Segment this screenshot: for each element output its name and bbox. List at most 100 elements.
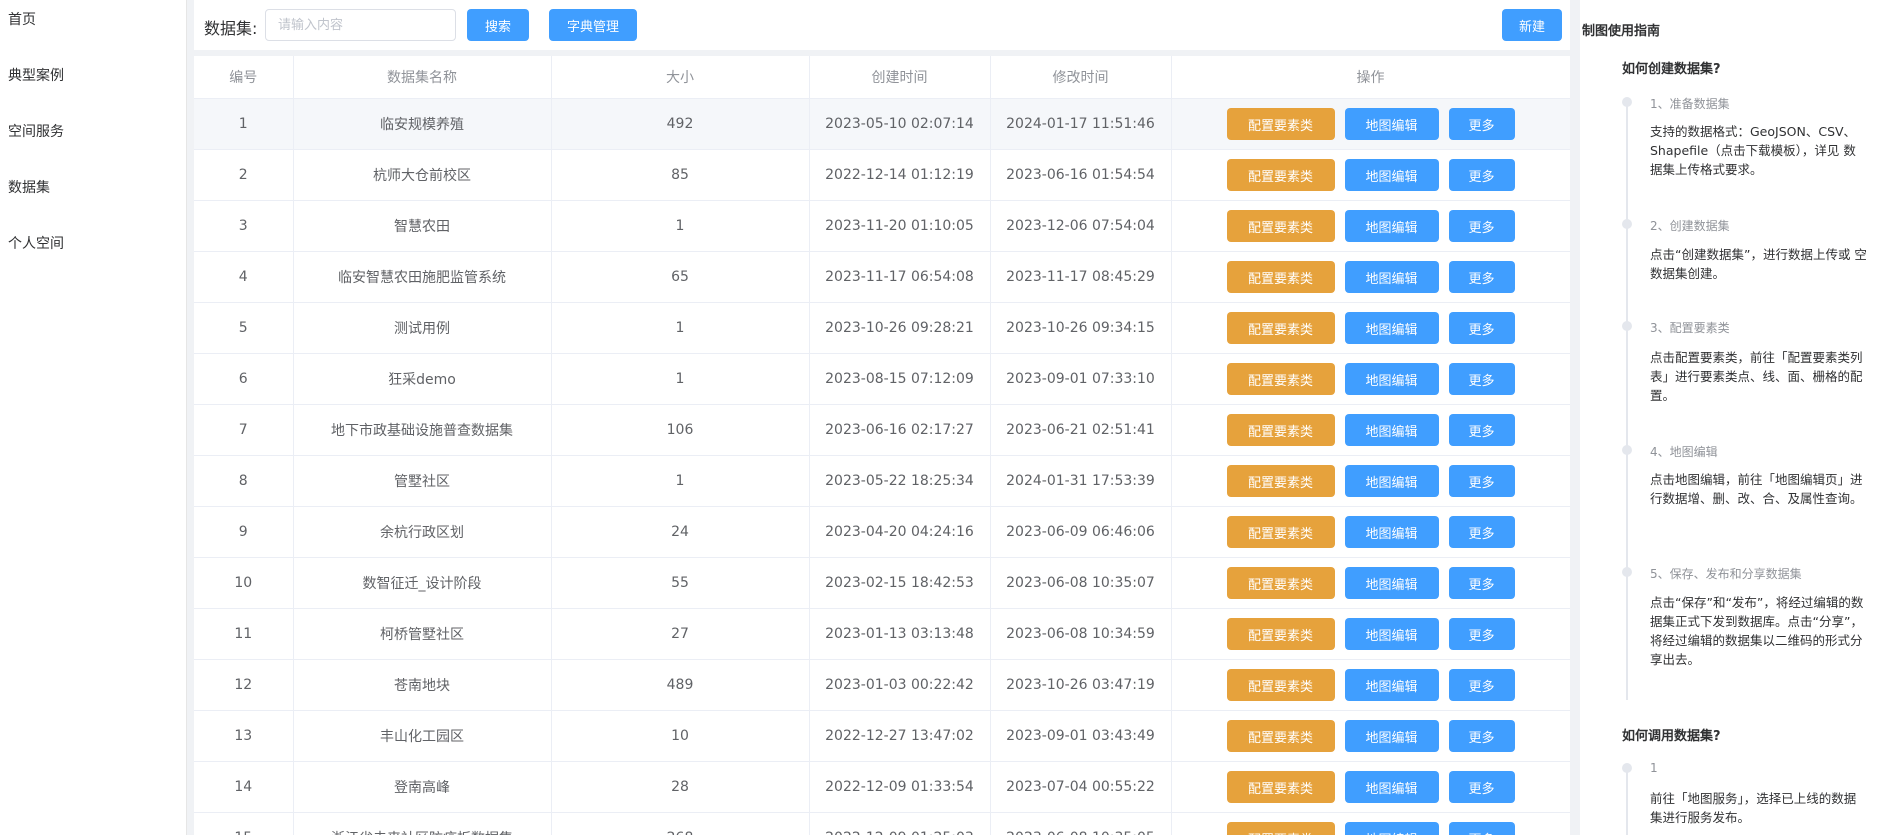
more-button[interactable]: 更多 [1448,312,1515,344]
cell-size: 1 [551,200,810,252]
timeline-line [1626,768,1628,835]
cell-name: 苍南地块 [293,659,552,711]
step-dot [1622,97,1632,107]
map-edit-button[interactable]: 地图编辑 [1344,261,1439,293]
sidebar-item-cases[interactable]: 典型案例 [0,56,186,112]
cell-modified: 2023-06-08 10:35:05 [990,812,1172,835]
config-feature-button[interactable]: 配置要素类 [1226,210,1335,242]
more-button[interactable]: 更多 [1448,414,1515,446]
more-button[interactable]: 更多 [1448,108,1515,140]
config-feature-button[interactable]: 配置要素类 [1226,465,1335,497]
map-edit-button[interactable]: 地图编辑 [1344,822,1439,835]
cell-size: 24 [551,506,810,558]
table-row: 13 丰山化工园区 10 2022-12-27 13:47:02 2023-09-01 … [194,710,1570,762]
step-dot [1622,321,1632,331]
more-button[interactable]: 更多 [1448,159,1515,191]
map-edit-button[interactable]: 地图编辑 [1344,210,1439,242]
cell-index: 1 [194,98,294,150]
sidebar-item-home[interactable]: 首页 [0,0,186,56]
map-edit-button[interactable]: 地图编辑 [1344,771,1439,803]
table-row: 12 苍南地块 489 2023-01-03 00:22:42 2023-10-26 0… [194,659,1570,711]
cell-created: 2022-12-09 01:25:03 [809,812,991,835]
map-edit-button[interactable]: 地图编辑 [1344,618,1439,650]
cell-size: 65 [551,251,810,303]
more-button[interactable]: 更多 [1448,210,1515,242]
more-button[interactable]: 更多 [1448,516,1515,548]
cell-created: 2023-05-22 18:25:34 [809,455,991,507]
cell-created: 2023-01-13 03:13:48 [809,608,991,660]
cell-name: 浙江省未来社区防疫板数据集 [293,812,552,835]
step-desc: 点击“创建数据集”，进行数据上传或 空数据集创建。 [1650,247,1867,281]
more-button[interactable]: 更多 [1448,363,1515,395]
cell-actions: 配置要素类地图编辑更多 [1171,353,1570,405]
map-edit-button[interactable]: 地图编辑 [1344,720,1439,752]
more-button[interactable]: 更多 [1448,771,1515,803]
config-feature-button[interactable]: 配置要素类 [1226,822,1335,835]
cell-modified: 2023-10-26 09:34:15 [990,302,1172,354]
map-edit-button[interactable]: 地图编辑 [1344,312,1439,344]
map-edit-button[interactable]: 地图编辑 [1344,159,1439,191]
cell-actions: 配置要素类地图编辑更多 [1171,200,1570,252]
step-title: 2、创建数据集 [1650,219,1730,233]
map-edit-button[interactable]: 地图编辑 [1344,108,1439,140]
step-desc: 点击地图编辑，前往「地图编辑页」进行数据增、删、改、合、及属性查询。 [1650,472,1863,506]
cell-index: 3 [194,200,294,252]
more-button[interactable]: 更多 [1448,465,1515,497]
cell-name: 智慧农田 [293,200,552,252]
cell-actions: 配置要素类地图编辑更多 [1171,812,1570,835]
cell-size: 1 [551,353,810,405]
config-feature-button[interactable]: 配置要素类 [1226,771,1335,803]
cell-name: 地下市政基础设施普查数据集 [293,404,552,456]
more-button[interactable]: 更多 [1448,822,1515,835]
sidebar-item-spatial-service[interactable]: 空间服务 [0,112,186,168]
cell-actions: 配置要素类地图编辑更多 [1171,659,1570,711]
step-dot [1622,445,1632,455]
more-button[interactable]: 更多 [1448,261,1515,293]
config-feature-button[interactable]: 配置要素类 [1226,669,1335,701]
sidebar-item-datasets[interactable]: 数据集 [0,168,186,224]
toolbar: 数据集: 搜索 字典管理 新建 [194,0,1570,50]
cell-created: 2023-11-17 06:54:08 [809,251,991,303]
step-dot [1622,567,1632,577]
map-edit-button[interactable]: 地图编辑 [1344,414,1439,446]
dict-manage-button[interactable]: 字典管理 [549,9,637,41]
map-edit-button[interactable]: 地图编辑 [1344,669,1439,701]
cell-modified: 2023-11-17 08:45:29 [990,251,1172,303]
step-desc: 前往「地图服务」，选择已上线的数据集进行服务发布。 [1650,791,1857,825]
more-button[interactable]: 更多 [1448,567,1515,599]
config-feature-button[interactable]: 配置要素类 [1226,312,1335,344]
config-feature-button[interactable]: 配置要素类 [1226,516,1335,548]
cell-size: 55 [551,557,810,609]
map-edit-button[interactable]: 地图编辑 [1344,567,1439,599]
more-button[interactable]: 更多 [1448,720,1515,752]
timeline-line [1626,100,1628,700]
sidebar-item-personal-space[interactable]: 个人空间 [0,224,186,280]
new-dataset-button[interactable]: 新建 [1502,9,1562,41]
search-input[interactable] [265,9,456,41]
step-desc: 点击配置要素类，前往「配置要素类列表」进行要素类点、线、面、栅格的配置。 [1650,350,1863,403]
more-button[interactable]: 更多 [1448,669,1515,701]
cell-index: 7 [194,404,294,456]
cell-modified: 2023-06-08 10:34:59 [990,608,1172,660]
map-edit-button[interactable]: 地图编辑 [1344,465,1439,497]
cell-index: 6 [194,353,294,405]
cell-size: 268 [551,812,810,835]
config-feature-button[interactable]: 配置要素类 [1226,618,1335,650]
cell-name: 管墅社区 [293,455,552,507]
cell-created: 2023-10-26 09:28:21 [809,302,991,354]
config-feature-button[interactable]: 配置要素类 [1226,159,1335,191]
map-edit-button[interactable]: 地图编辑 [1344,363,1439,395]
config-feature-button[interactable]: 配置要素类 [1226,720,1335,752]
guide-call-title: 如何调用数据集? [1622,729,1721,744]
more-button[interactable]: 更多 [1448,618,1515,650]
cell-modified: 2023-09-01 03:43:49 [990,710,1172,762]
config-feature-button[interactable]: 配置要素类 [1226,261,1335,293]
config-feature-button[interactable]: 配置要素类 [1226,414,1335,446]
map-edit-button[interactable]: 地图编辑 [1344,516,1439,548]
config-feature-button[interactable]: 配置要素类 [1226,567,1335,599]
search-button[interactable]: 搜索 [467,9,529,41]
cell-created: 2023-11-20 01:10:05 [809,200,991,252]
config-feature-button[interactable]: 配置要素类 [1226,363,1335,395]
config-feature-button[interactable]: 配置要素类 [1226,108,1335,140]
cell-created: 2022-12-09 01:33:54 [809,761,991,813]
